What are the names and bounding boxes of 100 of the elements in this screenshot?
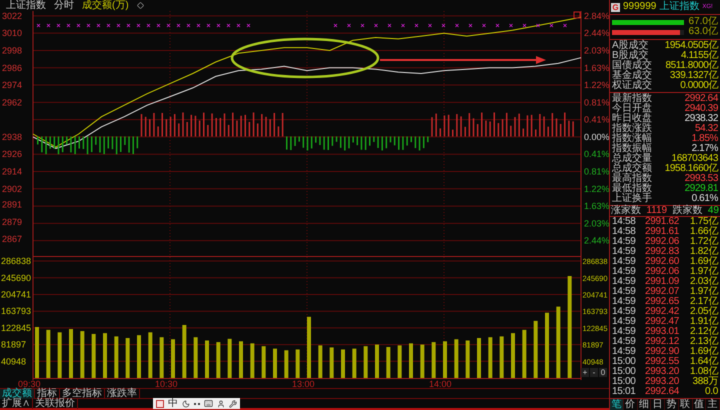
axis-label: 1.63% [584, 201, 609, 212]
panel-tab[interactable]: 主 [706, 399, 720, 410]
keyboard-icon[interactable] [204, 399, 213, 408]
indicator-tab[interactable]: 涨跌率 [105, 388, 140, 398]
tick-price: 2993.01 [645, 327, 680, 337]
axis-label: 2986 [2, 62, 22, 73]
axis-label: 0.41% [584, 149, 609, 160]
axis-label: 2.44% [584, 236, 609, 246]
indicator-tab[interactable]: 多空指标 [60, 388, 105, 398]
tick-time: 15:00 [612, 357, 637, 367]
volume-bar [545, 312, 549, 378]
tick-price: 2992.60 [645, 257, 680, 267]
zoom-button[interactable]: + [581, 368, 589, 377]
volume-bar [92, 334, 96, 378]
ime-logo-icon[interactable] [156, 400, 164, 408]
panel-tab[interactable]: 笔 [610, 399, 624, 410]
volume-bar [454, 339, 458, 378]
volume-bar [398, 345, 402, 378]
tick-amount: 1.91亿 [689, 317, 718, 327]
stat-value: 2992.64 [684, 94, 718, 104]
diamond-icon[interactable] [136, 2, 144, 9]
volume-bar [364, 346, 368, 378]
stat-label: 指数涨跌 [612, 124, 652, 134]
indicator-tab[interactable]: 指标 [35, 388, 60, 398]
tick-time: 14:59 [612, 277, 637, 287]
punctuation-icon[interactable] [194, 402, 200, 405]
user-icon[interactable] [217, 400, 225, 408]
panel-tab[interactable]: 日 [651, 399, 665, 410]
panel-tab[interactable]: 细 [638, 399, 652, 410]
stat-value: 2993.53 [684, 174, 718, 184]
stat-label: 总成交额 [612, 164, 652, 174]
chart-mode[interactable]: 分时 [54, 0, 74, 11]
time-label: 13:00 [292, 380, 315, 388]
volume-bar [148, 332, 152, 378]
volume-bar [194, 337, 198, 378]
tick-amount: 1.66亿 [689, 227, 718, 237]
tick-price: 2993.20 [645, 367, 680, 377]
volume-bar [103, 333, 107, 378]
axis-label: 2974 [2, 80, 22, 90]
stat-label: 指数振幅 [612, 144, 652, 154]
volume-bar [432, 342, 436, 378]
axis-label: 2891 [2, 200, 22, 210]
axis-label: 2926 [2, 149, 22, 160]
tick-price: 2992.55 [645, 357, 680, 367]
tick-amount: 1.69亿 [689, 347, 718, 357]
axis-label: 3022 [2, 11, 22, 21]
volume-bar [35, 327, 39, 378]
panel-tab[interactable]: 联 [678, 399, 692, 410]
volume-bar [375, 344, 379, 378]
tick-time: 15:00 [612, 377, 637, 387]
tick-amount: 2.13亿 [689, 337, 718, 347]
stat-label: 最高指数 [612, 174, 652, 184]
tick-price: 2991.61 [645, 227, 680, 237]
volume-bar [114, 336, 118, 378]
tick-time: 15:01 [612, 387, 637, 397]
tick-time: 14:59 [612, 247, 637, 257]
moon-icon[interactable] [182, 400, 190, 408]
stat-value: 54.32 [694, 124, 718, 134]
tick-amount: 2.03亿 [689, 277, 718, 287]
stat-value: 4.1155亿 [680, 51, 718, 61]
axis-label: 2.84% [584, 11, 609, 21]
volume-bar [126, 338, 130, 378]
stat-value: 339.1327亿 [670, 71, 718, 81]
stat-value: 2.17% [692, 144, 718, 154]
tick-amount: 1.08亿 [689, 367, 718, 377]
zoom-button[interactable]: 0 [599, 368, 607, 377]
bottom-link[interactable]: 扩展∧ [0, 398, 33, 409]
advancers-label: 涨家数 [611, 206, 641, 216]
indicator-tab[interactable]: 成交额 [0, 388, 35, 398]
volume-bar [284, 350, 288, 378]
volume-bar [182, 324, 186, 378]
zoom-button[interactable]: - [590, 368, 598, 377]
volume-bar [318, 345, 322, 378]
layout-icon[interactable] [574, 12, 580, 18]
volume-bar [330, 347, 334, 378]
stat-value: 1954.0505亿 [664, 41, 718, 51]
axis-label: 204741 [1, 289, 32, 300]
bottom-link[interactable]: 关联报价 [33, 398, 78, 409]
flow-value: 63.0亿 [688, 27, 718, 37]
panel-tab[interactable]: 值 [692, 399, 706, 410]
axis-label: 163793 [1, 306, 32, 316]
volume-bar [69, 329, 73, 378]
stat-value: 2938.32 [684, 114, 718, 124]
volume-bar [80, 331, 84, 378]
stat-label: 国债成交 [612, 61, 652, 71]
tick-amount: 1.75亿 [689, 217, 718, 227]
tick-price: 2992.65 [645, 297, 680, 307]
stat-value: 2940.39 [684, 104, 718, 114]
panel-tab[interactable]: 价 [624, 399, 638, 410]
stat-value: 8511.8000亿 [665, 61, 718, 71]
settings-icon[interactable] [229, 400, 237, 408]
tick-price: 2992.42 [645, 307, 680, 317]
volume-bar [488, 337, 492, 378]
axis-label: 2.03% [584, 45, 609, 56]
stat-value: 0.0000亿 [680, 81, 718, 91]
panel-tab[interactable]: 势 [665, 399, 679, 410]
ime-mode[interactable]: 中 [168, 398, 178, 408]
tick-price: 2992.06 [645, 267, 680, 277]
volume-bar [46, 330, 50, 378]
volume-bar [386, 347, 390, 378]
